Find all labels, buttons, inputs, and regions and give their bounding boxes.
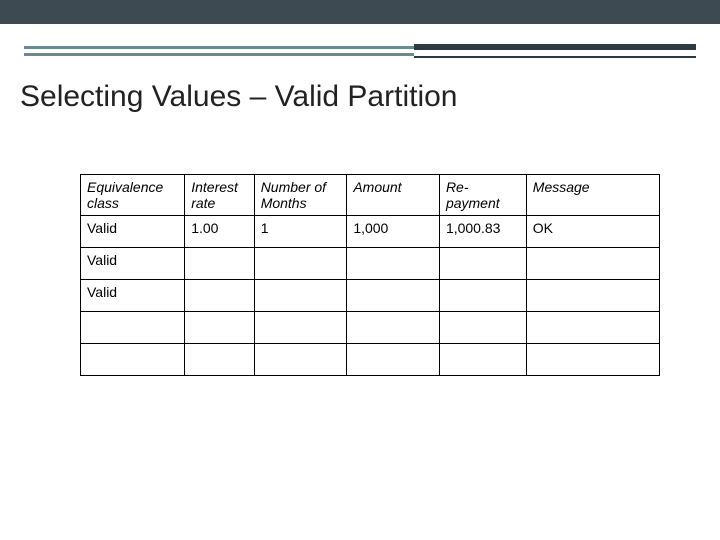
cell-amount — [347, 344, 440, 376]
cell-repayment — [439, 248, 526, 280]
cell-amount — [347, 248, 440, 280]
page-title: Selecting Values – Valid Partition — [20, 80, 720, 114]
partition-table: Equivalence class Interest rate Number o… — [80, 174, 660, 376]
partition-table-container: Equivalence class Interest rate Number o… — [80, 174, 660, 376]
rule-left-double — [24, 46, 414, 56]
cell-number-of-months — [254, 248, 347, 280]
table-row: Valid 1.00 1 1,000 1,000.83 OK — [81, 216, 660, 248]
cell-interest-rate — [185, 312, 254, 344]
cell-repayment: 1,000.83 — [439, 216, 526, 248]
rule-right-thin — [414, 56, 696, 58]
cell-number-of-months: 1 — [254, 216, 347, 248]
cell-number-of-months — [254, 344, 347, 376]
cell-repayment — [439, 312, 526, 344]
cell-number-of-months — [254, 280, 347, 312]
cell-message — [526, 248, 659, 280]
cell-message — [526, 312, 659, 344]
table-row: Valid — [81, 280, 660, 312]
cell-repayment — [439, 280, 526, 312]
col-amount: Amount — [347, 175, 440, 216]
table-row — [81, 344, 660, 376]
rule-right-thick — [414, 44, 696, 50]
col-number-of-months: Number of Months — [254, 175, 347, 216]
table-row: Valid — [81, 248, 660, 280]
cell-amount — [347, 312, 440, 344]
cell-equivalence-class — [81, 344, 185, 376]
slide-top-bar — [0, 0, 720, 24]
cell-interest-rate — [185, 248, 254, 280]
cell-amount: 1,000 — [347, 216, 440, 248]
col-interest-rate: Interest rate — [185, 175, 254, 216]
cell-message: OK — [526, 216, 659, 248]
cell-interest-rate — [185, 344, 254, 376]
table-header-row: Equivalence class Interest rate Number o… — [81, 175, 660, 216]
cell-interest-rate — [185, 280, 254, 312]
cell-interest-rate: 1.00 — [185, 216, 254, 248]
cell-number-of-months — [254, 312, 347, 344]
cell-message — [526, 280, 659, 312]
cell-equivalence-class: Valid — [81, 248, 185, 280]
decorative-rule — [24, 34, 696, 76]
cell-equivalence-class: Valid — [81, 280, 185, 312]
col-repayment: Re-payment — [439, 175, 526, 216]
col-message: Message — [526, 175, 659, 216]
cell-message — [526, 344, 659, 376]
cell-repayment — [439, 344, 526, 376]
col-equivalence-class: Equivalence class — [81, 175, 185, 216]
table-row — [81, 312, 660, 344]
cell-equivalence-class — [81, 312, 185, 344]
cell-amount — [347, 280, 440, 312]
cell-equivalence-class: Valid — [81, 216, 185, 248]
